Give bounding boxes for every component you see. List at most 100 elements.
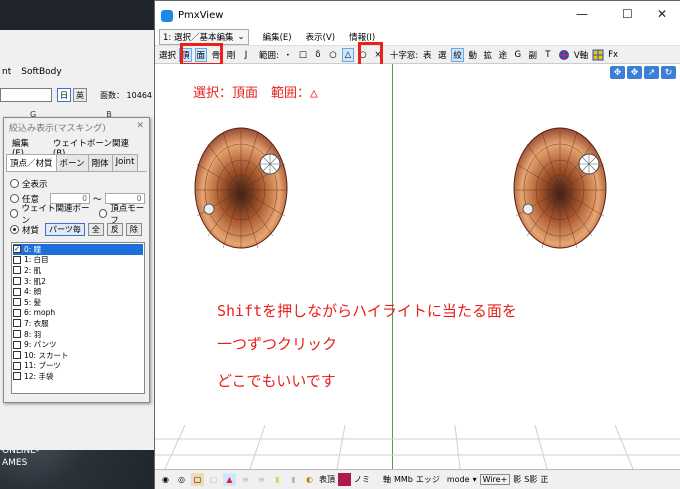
option-material[interactable]: 材質 パーツ毎 全 反 除 [4,221,149,238]
range-point-button[interactable]: ・ [282,48,294,62]
toolbar-button[interactable]: 絞 [451,47,464,62]
status-label[interactable]: MMb [394,475,413,484]
toolbar-button[interactable]: 選 [436,48,448,62]
radio-icon[interactable] [10,179,19,188]
material-list-item[interactable]: 1: 白目 [13,255,143,266]
checkbox[interactable] [13,340,21,349]
status-label[interactable]: 軸 [383,474,391,485]
triangle-icon[interactable]: ▲ [223,473,236,486]
material-list-item[interactable]: ✓ 0: 瞳 [13,244,143,255]
option-show-all[interactable]: 全表示 [4,176,149,191]
japanese-button[interactable]: 日 [57,88,71,102]
menu-edit[interactable]: 編集(E) [263,31,292,43]
material-list[interactable]: ✓ 0: 瞳 1: 白目 2: 肌 3: 肌2 4: 顔 5: 髪 6: moph 7: 衣服 8… [11,242,145,394]
remove-button[interactable]: 除 [125,223,142,236]
checkbox[interactable] [13,298,21,307]
toolbar-button[interactable]: G [512,48,524,62]
range-lasso-button[interactable]: δ [312,48,324,62]
close-icon[interactable]: ✕ [657,7,667,21]
radio-icon[interactable] [10,194,19,203]
ortho-button[interactable]: 正 [540,474,548,485]
material-list-item[interactable]: 9: パンツ [13,339,143,350]
english-button[interactable]: 英 [73,88,87,102]
status-label[interactable]: エッジ [416,474,440,485]
checkbox[interactable] [13,330,21,339]
minimize-icon[interactable]: — [576,7,588,21]
move-icon[interactable]: ✥ [610,66,625,79]
material-list-item[interactable]: 2: 肌 [13,265,143,276]
menu-edit[interactable]: 編集(E) [12,137,41,159]
pan-icon[interactable]: ✥ [627,66,642,79]
checkbox[interactable]: ✓ [13,245,21,254]
radio-icon[interactable]: ◎ [175,473,188,486]
range-rect-button[interactable]: □ [297,48,309,62]
material-list-item[interactable]: 12: 手袋 [13,371,143,382]
zoom-icon[interactable]: ↗ [644,66,659,79]
tab-vertex-material[interactable]: 頂点／材質 [6,154,57,171]
name-input[interactable] [0,88,52,102]
close-icon[interactable]: ✕ [136,121,144,133]
status-label[interactable]: ノミ [354,474,370,485]
color-swatch[interactable] [338,473,351,486]
toolbar-button[interactable]: 拡 [482,48,494,62]
rotate-icon[interactable]: ↻ [661,66,676,79]
maximize-icon[interactable]: ☐ [622,7,633,21]
checkbox[interactable] [13,277,21,286]
view-divider[interactable] [392,64,393,469]
material-list-item[interactable]: 8: 羽 [13,329,143,340]
toolbar-button[interactable]: 表 [421,48,433,62]
material-list-item[interactable]: 5: 髪 [13,297,143,308]
material-icon[interactable]: ▮ [287,473,300,486]
tab-rigidbody[interactable]: 剛体 [87,154,113,171]
weight-icon[interactable]: ◐ [303,473,316,486]
checkbox[interactable] [13,351,21,360]
wire-icon[interactable]: ≡ [239,473,252,486]
range-triangle-button[interactable]: △ [341,47,354,62]
radio-icon[interactable]: ◉ [159,473,172,486]
checkbox[interactable] [13,308,21,317]
menu-view[interactable]: 表示(V) [306,31,335,43]
chevron-down-icon[interactable]: ▾ [473,475,477,484]
desktop-icon-label[interactable]: AMES [2,458,27,468]
radio-icon[interactable] [10,225,19,234]
radio-icon[interactable] [10,209,19,218]
toolbar-button[interactable]: 副 [527,48,539,62]
fx-button[interactable]: Fx [608,50,618,60]
toolbar-button[interactable]: T [542,48,554,62]
menu-item[interactable]: nt [2,67,11,77]
checkbox[interactable] [13,319,21,328]
wire-icon[interactable]: ≡ [255,473,268,486]
v-axis-label[interactable]: V軸 [574,49,588,61]
grid-icon[interactable] [591,48,605,62]
status-mode[interactable]: mode [447,475,470,484]
material-icon[interactable]: ▢ [191,473,204,486]
3d-viewport[interactable]: ✥ ✥ ↗ ↻ 選択：頂面 範囲：△ Shiftを押しながらハイライトに当たる面… [155,64,680,469]
checkbox[interactable] [13,255,21,264]
checkbox[interactable] [13,266,21,275]
material-icon[interactable]: ▮ [271,473,284,486]
radio-icon[interactable] [98,209,108,218]
toolbar-button[interactable]: 動 [467,48,479,62]
status-label[interactable]: 表頂 [319,474,335,485]
menu-weight-bone[interactable]: ウェイトボーン関連(B) [53,137,141,159]
menu-item-softbody[interactable]: SoftBody [21,67,61,77]
self-shadow-button[interactable]: S影 [524,474,537,485]
toolbar-button[interactable]: 途 [497,48,509,62]
body-select-button[interactable]: 剛 [225,48,237,62]
globe-icon[interactable] [557,48,571,62]
option-weight-bone[interactable]: ウェイト関連ボーン 頂点モーフ [4,204,149,226]
material-list-item[interactable]: 4: 顔 [13,286,143,297]
wire-plus-button[interactable]: Wire+ [479,474,511,485]
material-list-item[interactable]: 11: ブーツ [13,361,143,372]
invert-button[interactable]: 反 [106,223,123,236]
material-list-item[interactable]: 10: スカート [13,350,143,361]
range-circle-button[interactable]: ○ [327,48,339,62]
material-list-item[interactable]: 6: moph [13,308,143,319]
tab-bone[interactable]: ボーン [55,154,89,171]
checkbox[interactable] [13,287,21,296]
material-list-item[interactable]: 3: 肌2 [13,276,143,287]
per-part-button[interactable]: パーツ毎 [45,223,85,236]
checkbox[interactable] [13,361,21,370]
material-list-item[interactable]: 7: 衣服 [13,318,143,329]
shadow-button[interactable]: 影 [513,474,521,485]
